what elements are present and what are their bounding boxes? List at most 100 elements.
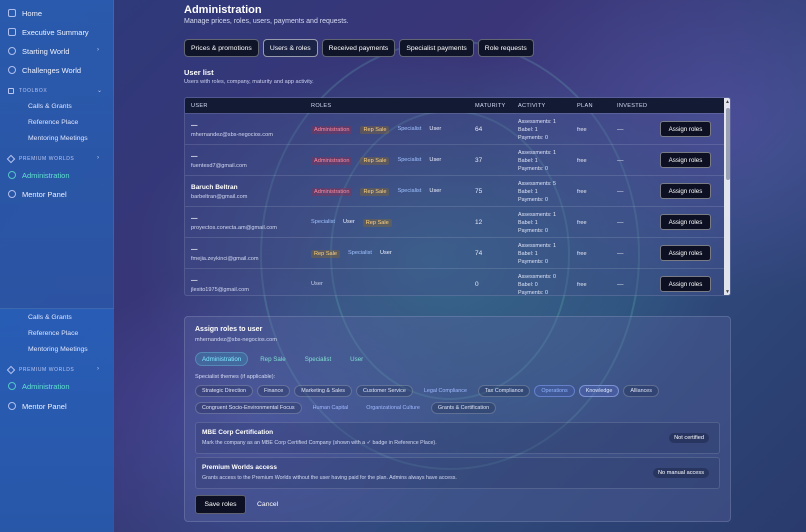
- activity-line: Payments: 0: [518, 228, 548, 234]
- theme-chip[interactable]: Grants & Certification: [430, 402, 497, 414]
- user-maturity: 75: [475, 188, 483, 195]
- tab-specialist-payments[interactable]: Specialist payments: [399, 39, 474, 57]
- sidebar-item-label: Administration: [22, 381, 70, 391]
- role-chip-user[interactable]: User: [343, 352, 370, 366]
- user-email: mhernandez@sbs-negocios.com: [191, 132, 273, 138]
- sidebar-item-calls-grants[interactable]: Calls & Grants: [28, 314, 72, 321]
- theme-chip[interactable]: Customer Service: [355, 385, 413, 397]
- save-roles-button[interactable]: Save roles: [195, 495, 246, 514]
- assign-roles-panel: Assign roles to user mhernandez@sbs-nego…: [184, 316, 731, 522]
- user-email: fmejia.zeykinci@gmail.com: [191, 256, 259, 262]
- chevron-right-icon[interactable]: ›: [97, 47, 99, 53]
- role-tag: Rep Sale: [360, 126, 390, 134]
- theme-chip[interactable]: Operations: [534, 385, 575, 397]
- assign-roles-button[interactable]: Assign roles: [660, 121, 711, 137]
- user-table: USER ROLES MATURITY ACTIVITY PLAN INVEST…: [184, 97, 731, 296]
- sidebar-item-mentor-panel[interactable]: Mentor Panel: [8, 398, 67, 414]
- assign-roles-button[interactable]: Assign roles: [660, 152, 711, 168]
- scroll-thumb[interactable]: [726, 108, 730, 180]
- sidebar-item-calls-grants[interactable]: Calls & Grants: [28, 103, 72, 110]
- tab-role-requests[interactable]: Role requests: [477, 39, 534, 57]
- theme-chip[interactable]: Human Capital: [306, 402, 356, 414]
- tab-received-payments[interactable]: Received payments: [321, 39, 396, 57]
- theme-chip[interactable]: Finance: [257, 385, 291, 397]
- theme-chip[interactable]: Strategic Direction: [195, 385, 254, 397]
- role-tag: User: [311, 281, 323, 287]
- chevron-right-icon[interactable]: ›: [97, 366, 99, 372]
- assign-roles-button[interactable]: Assign roles: [660, 183, 711, 199]
- user-plan: free: [577, 158, 587, 164]
- column-header-plan: PLAN: [577, 103, 593, 109]
- table-scrollbar[interactable]: ▲ ▼: [724, 98, 730, 295]
- user-email: jlexito1975@gmail.com: [191, 287, 249, 293]
- role-chip-rep-sale[interactable]: Rep Sale: [253, 352, 292, 366]
- theme-chip[interactable]: Knowledge: [578, 385, 620, 397]
- sidebar-item-label: Challenges World: [22, 65, 82, 75]
- user-activity: Assessments: 1 Babel: 1 Payments: 0: [518, 149, 556, 173]
- role-chip-specialist[interactable]: Specialist: [298, 352, 338, 366]
- theme-chip[interactable]: Alliances: [623, 385, 659, 397]
- sidebar-item-executive-summary[interactable]: Executive Summary: [8, 24, 89, 40]
- tab-users-roles[interactable]: Users & roles: [262, 39, 318, 57]
- user-name: —: [191, 246, 198, 253]
- role-chip-administration[interactable]: Administration: [195, 352, 249, 366]
- theme-chip[interactable]: Tax Compliance: [477, 385, 531, 397]
- sidebar-item-starting-world[interactable]: Starting World: [8, 43, 69, 59]
- chevron-right-icon[interactable]: ›: [97, 155, 99, 161]
- sidebar-section-toolbox[interactable]: TOOLBOX: [8, 88, 47, 94]
- user-activity: Assessments: 1 Babel: 1 Payments: 0: [518, 211, 556, 235]
- role-chip-group: Administration Rep Sale Specialist User: [195, 352, 370, 366]
- role-tag: Rep Sale: [311, 250, 341, 258]
- user-list-title: User list: [184, 68, 214, 77]
- scroll-up-icon[interactable]: ▲: [725, 99, 730, 105]
- user-name: —: [191, 122, 198, 129]
- theme-chip[interactable]: Legal Compliance: [417, 385, 474, 397]
- role-tag: User: [379, 250, 392, 256]
- shield-icon: [8, 171, 16, 179]
- section-label: TOOLBOX: [19, 88, 48, 94]
- sidebar-item-mentor-panel[interactable]: Mentor Panel: [8, 186, 67, 202]
- role-tag: User: [429, 188, 442, 194]
- role-tag: Rep Sale: [360, 188, 390, 196]
- sidebar-item-reference-place[interactable]: Reference Place: [28, 119, 78, 126]
- theme-chip-row: Strategic Direction Finance Marketing & Sa…: [195, 385, 659, 397]
- user-activity: Assessments: 1 Babel: 1 Payments: 0: [518, 118, 556, 142]
- badge-icon: [8, 66, 16, 74]
- column-header-user: USER: [191, 103, 208, 109]
- sidebar-section-premium-worlds[interactable]: PREMIUM WORLDS: [6, 365, 74, 375]
- table-row: — fuentesd7@gmail.com Administration Rep …: [185, 144, 724, 175]
- sidebar-item-administration[interactable]: Administration: [8, 167, 70, 183]
- sidebar-item-mentoring-meetings[interactable]: Mentoring Meetings: [28, 346, 88, 353]
- sidebar-item-mentoring-meetings[interactable]: Mentoring Meetings: [28, 135, 88, 142]
- user-invested: —: [617, 219, 624, 226]
- sidebar-item-challenges-world[interactable]: Challenges World: [8, 62, 81, 78]
- assign-roles-button[interactable]: Assign roles: [660, 245, 711, 261]
- sidebar-section-premium-worlds[interactable]: PREMIUM WORLDS: [6, 154, 74, 164]
- theme-chip-row: Congruent Socio-Environmental Focus Human…: [195, 402, 497, 414]
- chevron-down-icon[interactable]: ⌄: [97, 87, 102, 94]
- tab-prices-promotions[interactable]: Prices & promotions: [184, 39, 259, 57]
- sidebar-item-reference-place[interactable]: Reference Place: [28, 330, 78, 337]
- theme-chip[interactable]: Organizational Culture: [359, 402, 427, 414]
- cancel-button[interactable]: Cancel: [257, 495, 278, 514]
- premium-access-card: Premium Worlds access Grants access to t…: [195, 457, 720, 489]
- theme-chip[interactable]: Congruent Socio-Environmental Focus: [195, 402, 302, 414]
- premium-status-toggle[interactable]: No manual access: [652, 468, 709, 478]
- role-tag: Specialist: [311, 219, 335, 225]
- assign-roles-button[interactable]: Assign roles: [660, 214, 711, 230]
- table-row: — jlexito1975@gmail.com User 0 Assessmen…: [185, 268, 724, 295]
- theme-chip[interactable]: Marketing & Sales: [294, 385, 352, 397]
- wrench-icon: [8, 88, 14, 94]
- sidebar-item-administration[interactable]: Administration: [8, 378, 70, 394]
- activity-line: Payments: 0: [518, 135, 548, 141]
- user-maturity: 0: [475, 281, 479, 288]
- sidebar-item-home[interactable]: Home: [8, 5, 42, 21]
- activity-line: Payments: 0: [518, 166, 548, 172]
- shield-icon: [8, 382, 16, 390]
- scroll-down-icon[interactable]: ▼: [725, 289, 730, 295]
- user-roles: Administration Rep Sale Specialist User: [311, 126, 441, 134]
- user-plan: free: [577, 189, 587, 195]
- cert-status-toggle[interactable]: Not certified: [669, 433, 709, 443]
- user-name: —: [191, 277, 198, 284]
- assign-roles-button[interactable]: Assign roles: [660, 276, 711, 292]
